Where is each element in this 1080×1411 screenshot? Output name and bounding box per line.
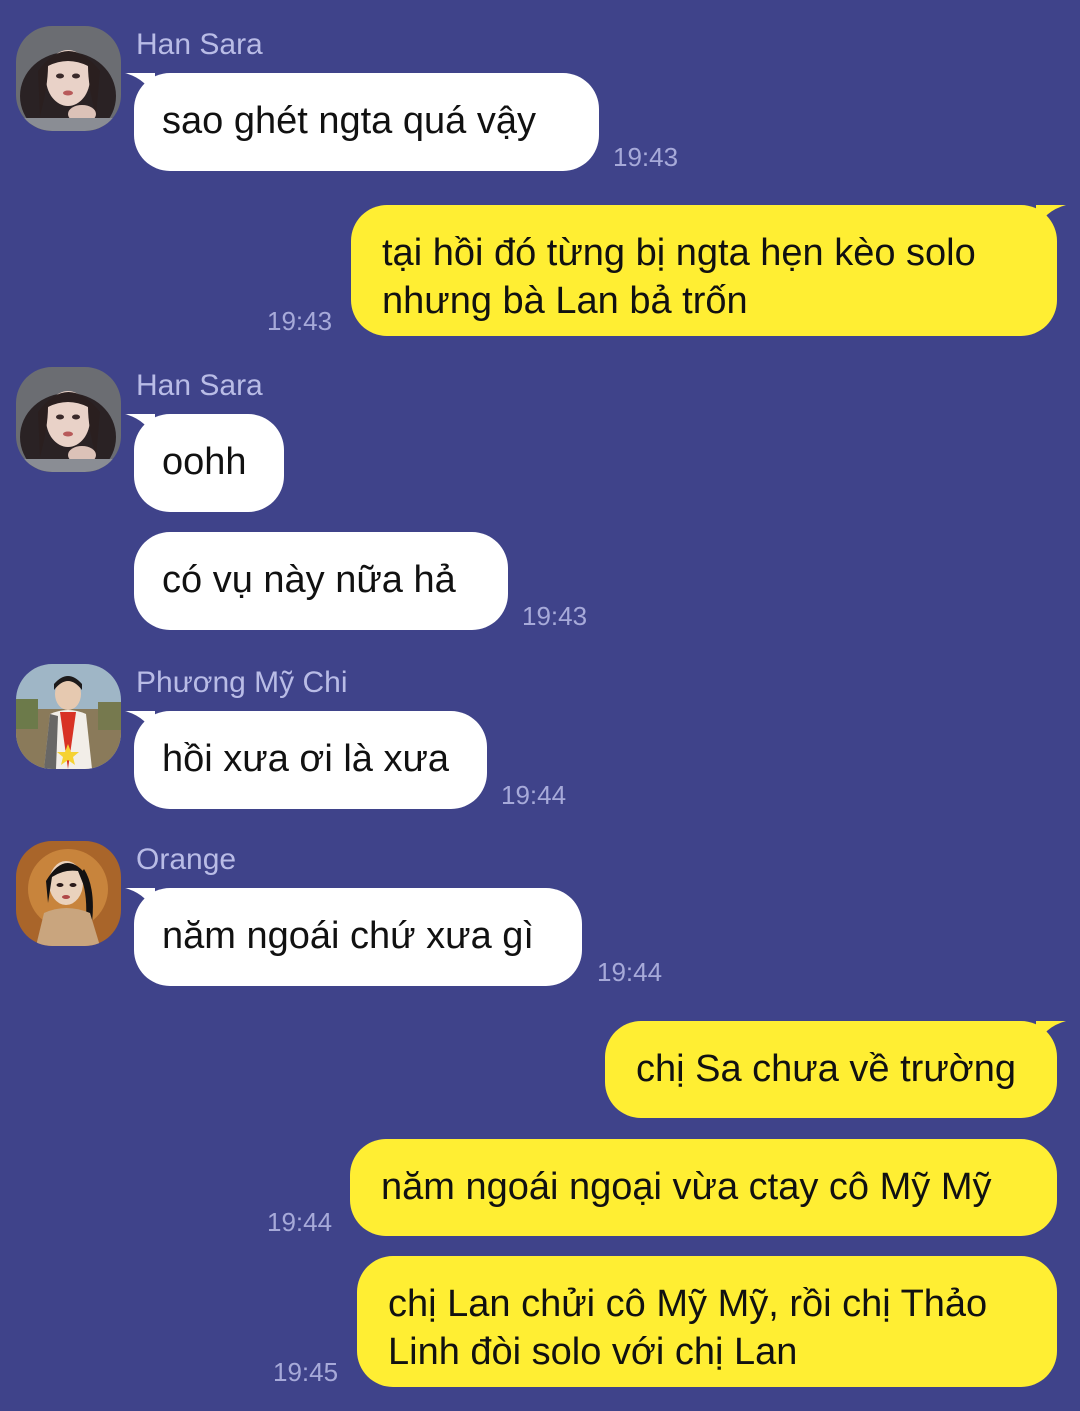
message-time: 19:44 <box>597 957 663 987</box>
message-time: 19:43 <box>522 601 588 631</box>
message-bubble[interactable]: hồi xưa ơi là xưa <box>125 711 487 809</box>
message-bubble[interactable]: oohh <box>125 414 284 512</box>
message-text-line: Linh đòi solo với chị Lan <box>388 1331 798 1373</box>
message-bubble[interactable]: sao ghét ngta quá vậy <box>125 73 599 171</box>
message-time: 19:43 <box>613 142 679 172</box>
sender-name: Han Sara <box>136 369 263 402</box>
message-bubble[interactable]: có vụ này nữa hả <box>134 532 508 630</box>
bubble-tail <box>125 711 155 737</box>
sender-name: Phương Mỹ Chi <box>136 666 348 699</box>
message-bubble[interactable]: tại hồi đó từng bị ngta hẹn kèo solo như… <box>351 205 1066 336</box>
bubble-tail <box>125 888 155 914</box>
message-time: 19:45 <box>273 1357 339 1387</box>
sender-name: Han Sara <box>136 28 263 61</box>
orange-avatar[interactable] <box>16 841 121 946</box>
message-bubble[interactable]: năm ngoái ngoại vừa ctay cô Mỹ Mỹ <box>350 1139 1057 1236</box>
message-text: có vụ này nữa hả <box>162 559 456 601</box>
bubble-tail <box>1036 1021 1066 1047</box>
message-time: 19:44 <box>501 780 567 810</box>
message-time: 19:44 <box>267 1207 333 1237</box>
message-text-line: tại hồi đó từng bị ngta hẹn kèo solo <box>382 232 976 274</box>
message-bubble[interactable]: chị Sa chưa về trường <box>605 1021 1066 1118</box>
message-bubble[interactable]: chị Lan chửi cô Mỹ Mỹ, rồi chị Thảo Linh… <box>357 1256 1057 1387</box>
message-text: chị Sa chưa về trường <box>636 1048 1016 1090</box>
han-sara-avatar[interactable] <box>16 367 121 472</box>
message-text: sao ghét ngta quá vậy <box>162 100 536 142</box>
bubble-tail <box>1036 205 1066 231</box>
bubble-tail <box>125 73 155 99</box>
phuong-my-chi-avatar[interactable] <box>16 664 121 769</box>
message-text: năm ngoái chứ xưa gì <box>162 915 534 957</box>
message-bubble[interactable]: năm ngoái chứ xưa gì <box>125 888 582 986</box>
han-sara-avatar[interactable] <box>16 26 121 131</box>
message-text: hồi xưa ơi là xưa <box>162 738 450 780</box>
sender-name: Orange <box>136 843 237 876</box>
chat-view[interactable]: Han Sara sao ghét ngta quá vậy 19:43 tại… <box>0 0 1080 1411</box>
message-text: oohh <box>162 441 247 483</box>
message-text: năm ngoái ngoại vừa ctay cô Mỹ Mỹ <box>381 1166 992 1208</box>
message-text-line: chị Lan chửi cô Mỹ Mỹ, rồi chị Thảo <box>388 1283 988 1325</box>
message-time: 19:43 <box>267 306 333 336</box>
bubble-tail <box>125 414 155 440</box>
message-text-line: nhưng bà Lan bả trốn <box>382 280 748 322</box>
